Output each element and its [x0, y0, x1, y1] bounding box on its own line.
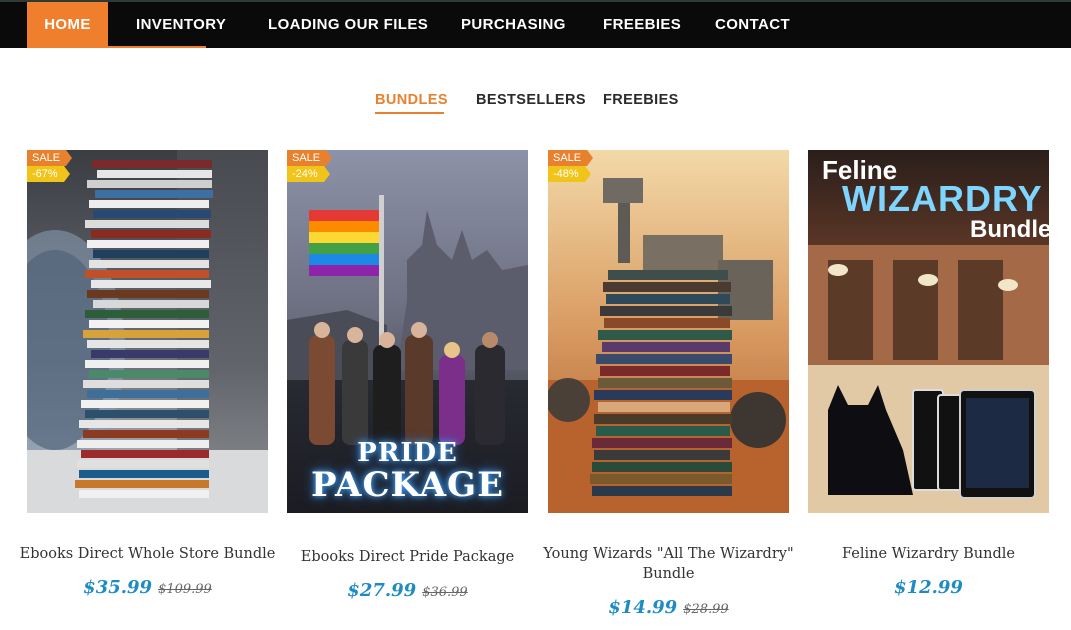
- sale-badge: SALE: [27, 150, 73, 166]
- discount-badge: -24%: [287, 166, 330, 182]
- tab-bundles[interactable]: BUNDLES: [375, 92, 448, 108]
- sale-badge: SALE: [548, 150, 594, 166]
- product-title[interactable]: Young Wizards "All The Wizardry" Bundle: [538, 544, 799, 584]
- nav-loading-our-files[interactable]: LOADING OUR FILES: [268, 2, 428, 48]
- sale-price: $14.99: [608, 597, 678, 618]
- original-price: $109.99: [158, 582, 212, 597]
- sale-price: $12.99: [894, 577, 963, 598]
- sale-price: $35.99: [83, 577, 153, 598]
- product-image[interactable]: SALE -48%: [548, 150, 789, 513]
- nav-freebies[interactable]: FREEBIES: [603, 2, 681, 48]
- cover-title-line3: Bundle: [970, 216, 1049, 243]
- top-nav: HOME INVENTORY LOADING OUR FILES PURCHAS…: [0, 0, 1071, 48]
- product-image[interactable]: SALE -67%: [27, 150, 268, 513]
- product-card-pride-package: PRIDE PACKAGE SALE -24% Ebooks Direct Pr…: [287, 150, 528, 630]
- sale-price: $27.99: [347, 580, 417, 601]
- product-card-whole-store: SALE -67% Ebooks Direct Whole Store Bund…: [20, 150, 275, 630]
- product-price: $27.99 $36.99: [287, 580, 528, 601]
- nav-purchasing[interactable]: PURCHASING: [461, 2, 566, 48]
- tab-freebies[interactable]: FREEBIES: [603, 92, 679, 108]
- discount-badge: -67%: [27, 166, 70, 182]
- product-price: $14.99 $28.99: [548, 597, 789, 618]
- cover-title-line2: WIZARDRY: [842, 178, 1043, 219]
- product-card-feline-wizardry: Feline WIZARDRY Bundle Feline Wizardry B…: [808, 150, 1049, 630]
- cover-title-line1: PRIDE: [357, 438, 458, 468]
- product-price: $35.99 $109.99: [27, 577, 268, 598]
- original-price: $28.99: [683, 602, 729, 617]
- tab-bestsellers[interactable]: BESTSELLERS: [476, 92, 586, 108]
- nav-inventory[interactable]: INVENTORY: [136, 2, 226, 48]
- product-card-young-wizards: SALE -48% Young Wizards "All The Wizardr…: [543, 150, 794, 630]
- product-title[interactable]: Ebooks Direct Pride Package: [277, 547, 538, 567]
- product-title[interactable]: Ebooks Direct Whole Store Bundle: [17, 544, 278, 564]
- product-title[interactable]: Feline Wizardry Bundle: [798, 544, 1059, 564]
- cover-title-line2: PACKAGE: [310, 465, 505, 505]
- original-price: $36.99: [422, 585, 468, 600]
- nav-home[interactable]: HOME: [27, 2, 108, 48]
- product-image[interactable]: Feline WIZARDRY Bundle: [808, 150, 1049, 513]
- sale-badge: SALE: [287, 150, 333, 166]
- nav-hover-underline: [108, 46, 206, 48]
- nav-contact[interactable]: CONTACT: [715, 2, 790, 48]
- discount-badge: -48%: [548, 166, 591, 182]
- tab-active-underline: [375, 112, 444, 114]
- product-image[interactable]: PRIDE PACKAGE SALE -24%: [287, 150, 528, 513]
- product-price: $12.99: [808, 577, 1049, 598]
